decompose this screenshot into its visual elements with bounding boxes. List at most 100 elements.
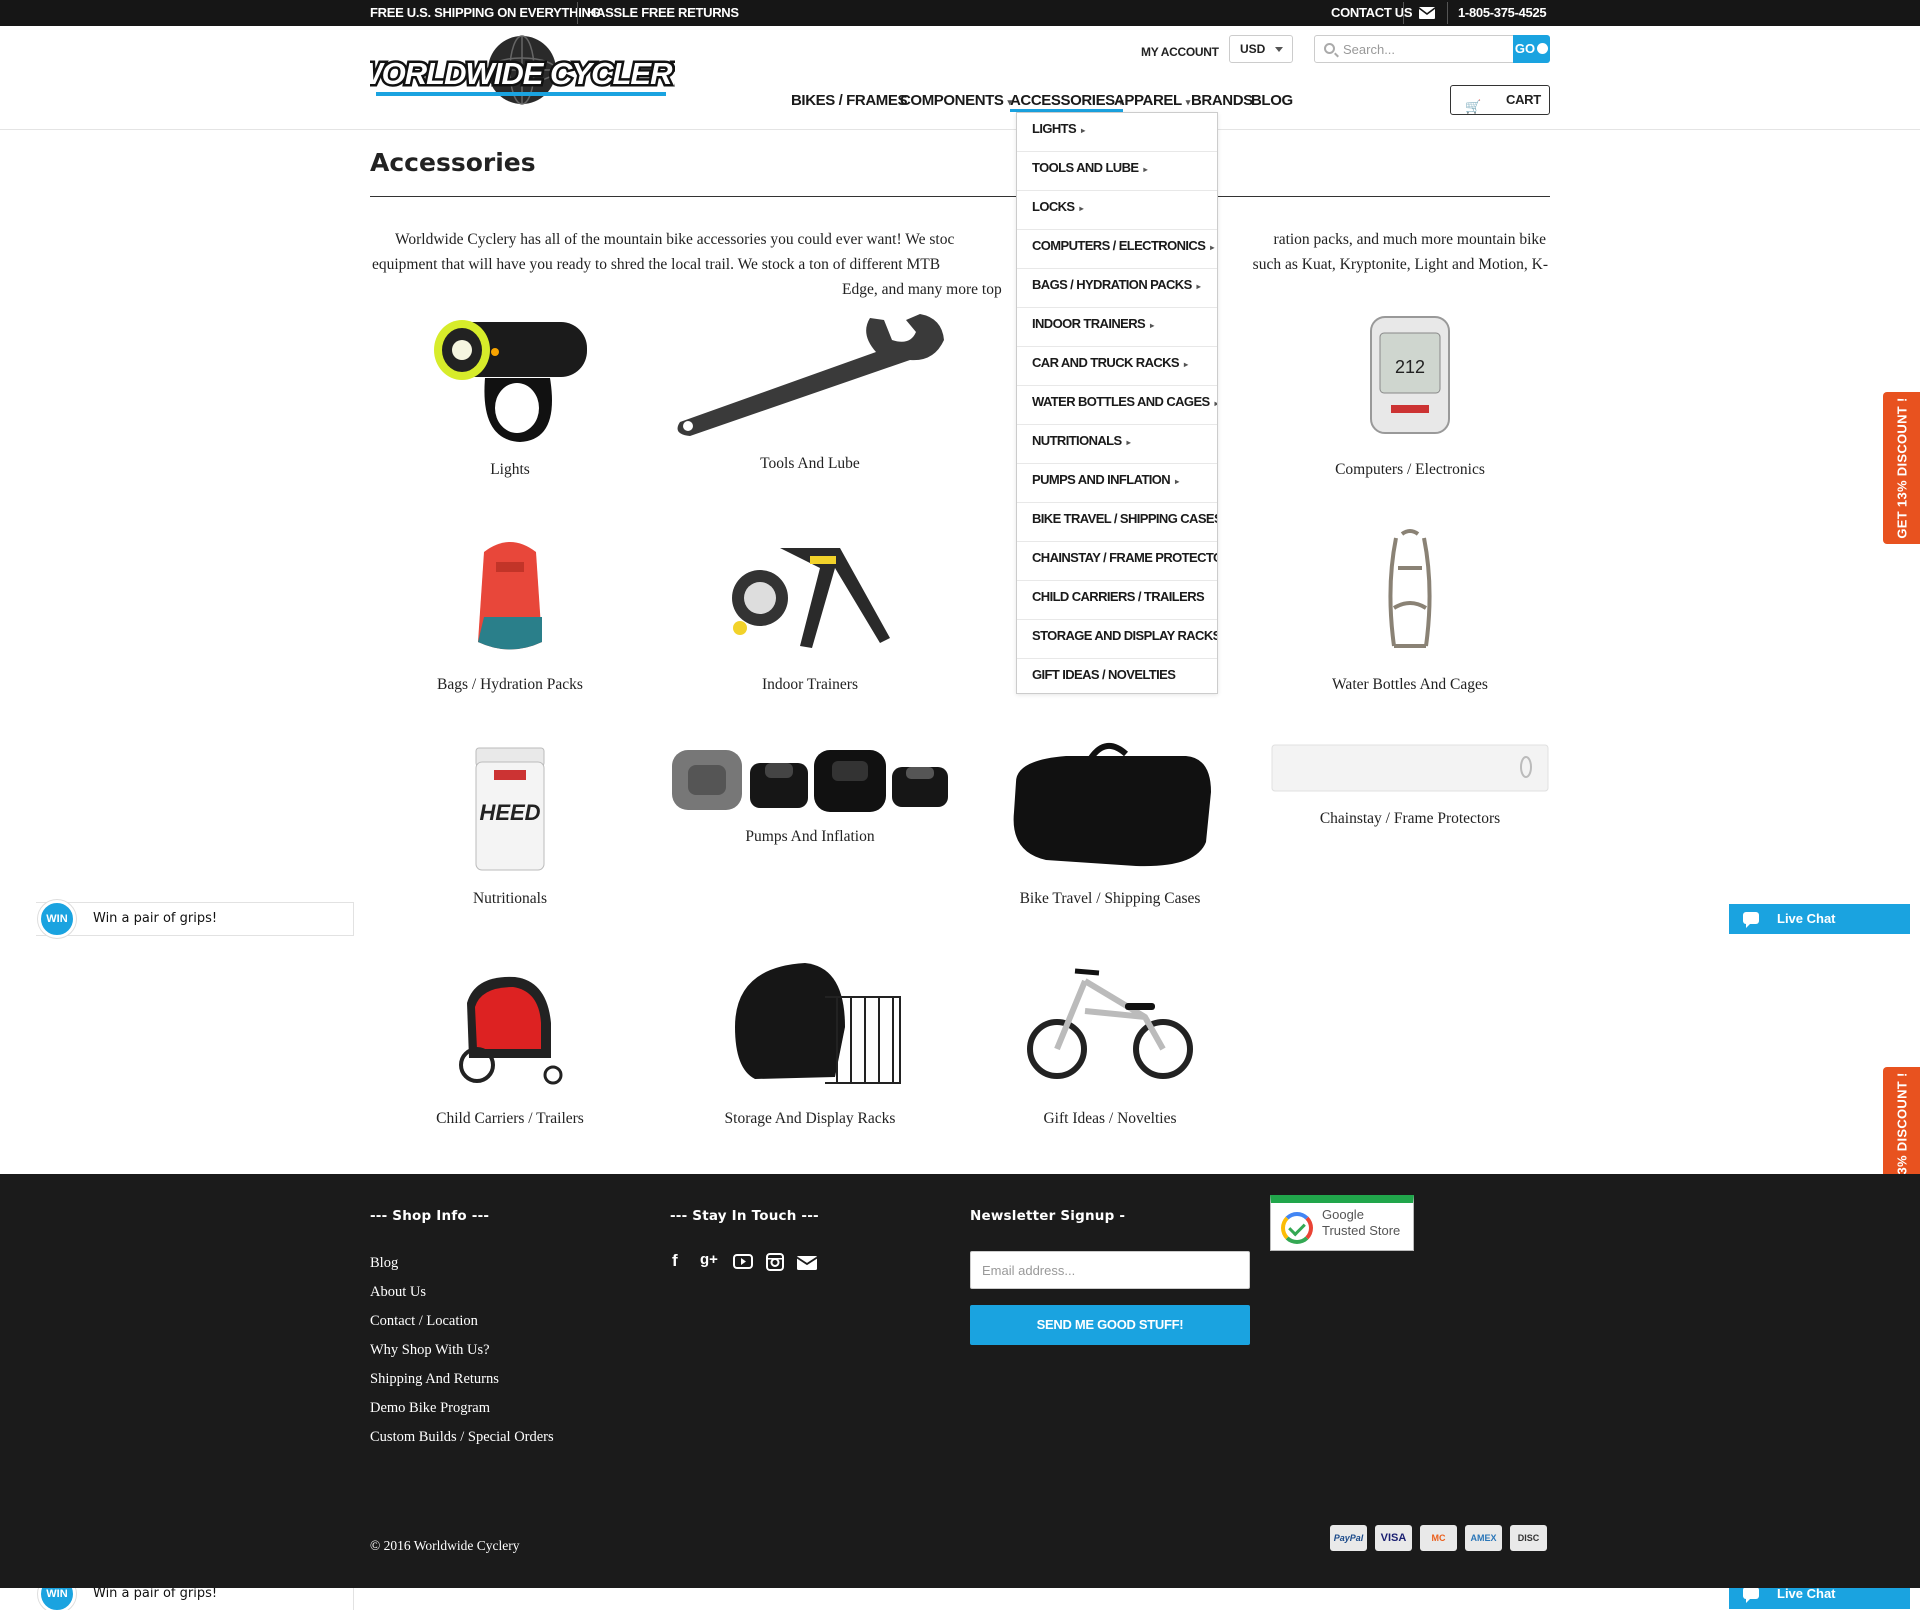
nav-accessories[interactable]: ACCESSORIES ▾: [1010, 92, 1123, 112]
phone-link[interactable]: 1-805-375-4525: [1458, 0, 1547, 26]
win-grips-widget[interactable]: WIN Win a pair of grips!: [36, 900, 354, 938]
facebook-icon[interactable]: f: [672, 1251, 678, 1271]
google-plus-icon[interactable]: g+: [700, 1251, 718, 1268]
google-trusted-store-badge[interactable]: Google Trusted Store: [1270, 1195, 1414, 1251]
category-bags-hydration-packs[interactable]: Bags / Hydration Packs: [370, 520, 650, 700]
menu-item-tools-and-lube[interactable]: TOOLS AND LUBE ▸: [1017, 152, 1217, 191]
footer-link-demo-bike-program[interactable]: Demo Bike Program: [370, 1400, 490, 1417]
indoor-trainer-image: [732, 548, 890, 648]
menu-item-nutritionals[interactable]: NUTRITIONALS ▸: [1017, 425, 1217, 464]
category-label: Chainstay / Frame Protectors: [1319, 810, 1501, 827]
wrench-image: [677, 314, 944, 436]
mail-icon[interactable]: [1418, 0, 1437, 26]
menu-item-label: CHAINSTAY / FRAME PROTECTORS: [1032, 550, 1217, 565]
menu-item-label: STORAGE AND DISPLAY RACKS: [1032, 628, 1217, 643]
nav-blog[interactable]: BLOG: [1251, 92, 1293, 109]
bike-light-image: [434, 320, 587, 442]
returns-text: HASSLE FREE RETURNS: [587, 5, 739, 20]
menu-item-water-bottles-and-cages[interactable]: WATER BOTTLES AND CAGES ▸: [1017, 386, 1217, 425]
category-label: Water Bottles And Cages: [1332, 676, 1488, 693]
category-label: Bags / Hydration Packs: [437, 676, 583, 693]
footer-heading-stay-in-touch: --- Stay In Touch ---: [670, 1208, 819, 1224]
site-logo[interactable]: WORLDWIDE CYCLERY: [351, 34, 698, 114]
footer-link-why-shop-with-us[interactable]: Why Shop With Us?: [370, 1342, 490, 1359]
live-chat-label: Live Chat: [1777, 911, 1836, 926]
divider: [577, 2, 578, 24]
currency-select[interactable]: USD: [1229, 35, 1293, 63]
intro-line-2b: such as Kuat, Kryptonite, Light and Moti…: [1252, 256, 1548, 273]
my-account-link[interactable]: MY ACCOUNT: [1141, 45, 1219, 59]
category-child-carriers-trailers[interactable]: Child Carriers / Trailers: [370, 955, 650, 1127]
footer-link-contact-location[interactable]: Contact / Location: [370, 1313, 478, 1330]
discount-tab[interactable]: GET 13% DISCOUNT !: [1883, 392, 1920, 544]
menu-item-car-and-truck-racks[interactable]: CAR AND TRUCK RACKS ▸: [1017, 347, 1217, 386]
nav-apparel[interactable]: APPAREL ▾: [1114, 92, 1190, 109]
bike-rack-image: [735, 963, 901, 1084]
nav-label: COMPONENTS: [900, 92, 1004, 109]
menu-item-lights[interactable]: LIGHTS ▸: [1017, 113, 1217, 152]
category-indoor-trainers[interactable]: Indoor Trainers: [670, 520, 950, 700]
footer-link-about-us[interactable]: About Us: [370, 1284, 426, 1301]
chat-bubble-icon: [1743, 912, 1759, 928]
menu-item-gift-ideas-novelties[interactable]: GIFT IDEAS / NOVELTIES: [1017, 659, 1217, 698]
instagram-icon[interactable]: [766, 1253, 784, 1276]
amex-icon: AMEX: [1465, 1525, 1502, 1551]
menu-item-bike-travel-shipping-cases[interactable]: BIKE TRAVEL / SHIPPING CASES: [1017, 503, 1217, 542]
cart-button[interactable]: 🛒 CART: [1450, 85, 1550, 115]
caret-right-icon: ▸: [1210, 243, 1214, 252]
search-placeholder: Search...: [1343, 42, 1396, 57]
menu-item-pumps-and-inflation[interactable]: PUMPS AND INFLATION ▸: [1017, 464, 1217, 503]
category-water-bottles-and-cages[interactable]: Water Bottles And Cages: [1270, 520, 1550, 700]
menu-item-label: PUMPS AND INFLATION: [1032, 472, 1171, 487]
pump-parts-image: [672, 750, 948, 812]
caret-right-icon: ▸: [1175, 477, 1179, 486]
menu-item-storage-and-display-racks[interactable]: STORAGE AND DISPLAY RACKS: [1017, 620, 1217, 659]
nav-brands[interactable]: BRANDS: [1191, 92, 1253, 109]
category-label: Computers / Electronics: [1335, 461, 1485, 478]
category-chainstay-frame-protectors[interactable]: Chainstay / Frame Protectors: [1270, 740, 1550, 910]
nav-bikes-frames[interactable]: BIKES / FRAMES: [791, 92, 907, 109]
search-input[interactable]: Search...: [1314, 35, 1514, 63]
category-label: Bike Travel / Shipping Cases: [1019, 890, 1201, 907]
category-storage-and-display-racks[interactable]: Storage And Display Racks: [670, 955, 950, 1127]
menu-item-label: CAR AND TRUCK RACKS: [1032, 355, 1180, 370]
menu-item-chainstay-frame-protectors[interactable]: CHAINSTAY / FRAME PROTECTORS: [1017, 542, 1217, 581]
caret-right-icon: ▸: [1184, 360, 1188, 369]
chainstay-protector-image: [1271, 744, 1549, 792]
menu-item-bags-hydration-packs[interactable]: BAGS / HYDRATION PACKS ▸: [1017, 269, 1217, 308]
footer-link-custom-builds[interactable]: Custom Builds / Special Orders: [370, 1429, 554, 1446]
menu-item-indoor-trainers[interactable]: INDOOR TRAINERS ▸: [1017, 308, 1217, 347]
category-nutritionals[interactable]: HEED Nutritionals: [370, 740, 650, 910]
intro-line-2a: equipment that will have you ready to sh…: [372, 256, 941, 273]
logo-text: WORLDWIDE CYCLERY: [370, 56, 675, 91]
category-tools-and-lube[interactable]: Tools And Lube: [670, 305, 950, 485]
category-bike-travel-shipping-cases[interactable]: Bike Travel / Shipping Cases: [970, 740, 1250, 910]
google-trusted-icon: [1281, 1212, 1313, 1244]
menu-item-child-carriers-trailers[interactable]: CHILD CARRIERS / TRAILERS: [1017, 581, 1217, 620]
intro-line-1a: Worldwide Cyclery has all of the mountai…: [395, 231, 955, 248]
email-icon[interactable]: [796, 1255, 818, 1275]
go-label: GO: [1514, 41, 1536, 56]
newsletter-email-input[interactable]: Email address...: [970, 1251, 1250, 1289]
menu-item-computers-electronics[interactable]: COMPUTERS / ELECTRONICS ▸: [1017, 230, 1217, 269]
category-label: Pumps And Inflation: [745, 828, 875, 845]
category-lights[interactable]: Lights: [370, 305, 650, 485]
newsletter-submit-button[interactable]: SEND ME GOOD STUFF!: [970, 1305, 1250, 1345]
search-go-button[interactable]: GO: [1513, 35, 1550, 63]
caret-right-icon: ▸: [1079, 204, 1084, 213]
category-computers-electronics[interactable]: 212 Computers / Electronics: [1270, 305, 1550, 485]
contact-us-link[interactable]: CONTACT US: [1331, 0, 1413, 26]
footer-link-shipping-and-returns[interactable]: Shipping And Returns: [370, 1371, 499, 1388]
live-chat-button[interactable]: Live Chat: [1729, 904, 1910, 934]
balance-bike-image: [1027, 968, 1193, 1079]
youtube-icon[interactable]: [733, 1254, 753, 1274]
title-divider: [370, 196, 1550, 197]
menu-item-locks[interactable]: LOCKS ▸: [1017, 191, 1217, 230]
menu-item-label: BIKE TRAVEL / SHIPPING CASES: [1032, 511, 1217, 526]
category-pumps-and-inflation[interactable]: Pumps And Inflation: [670, 740, 950, 910]
nav-components[interactable]: COMPONENTS ▾: [900, 92, 1012, 109]
nav-label: BIKES / FRAMES: [791, 92, 908, 109]
search-icon: [1324, 43, 1335, 54]
footer-link-blog[interactable]: Blog: [370, 1255, 398, 1272]
category-gift-ideas-novelties[interactable]: Gift Ideas / Novelties: [970, 955, 1250, 1127]
